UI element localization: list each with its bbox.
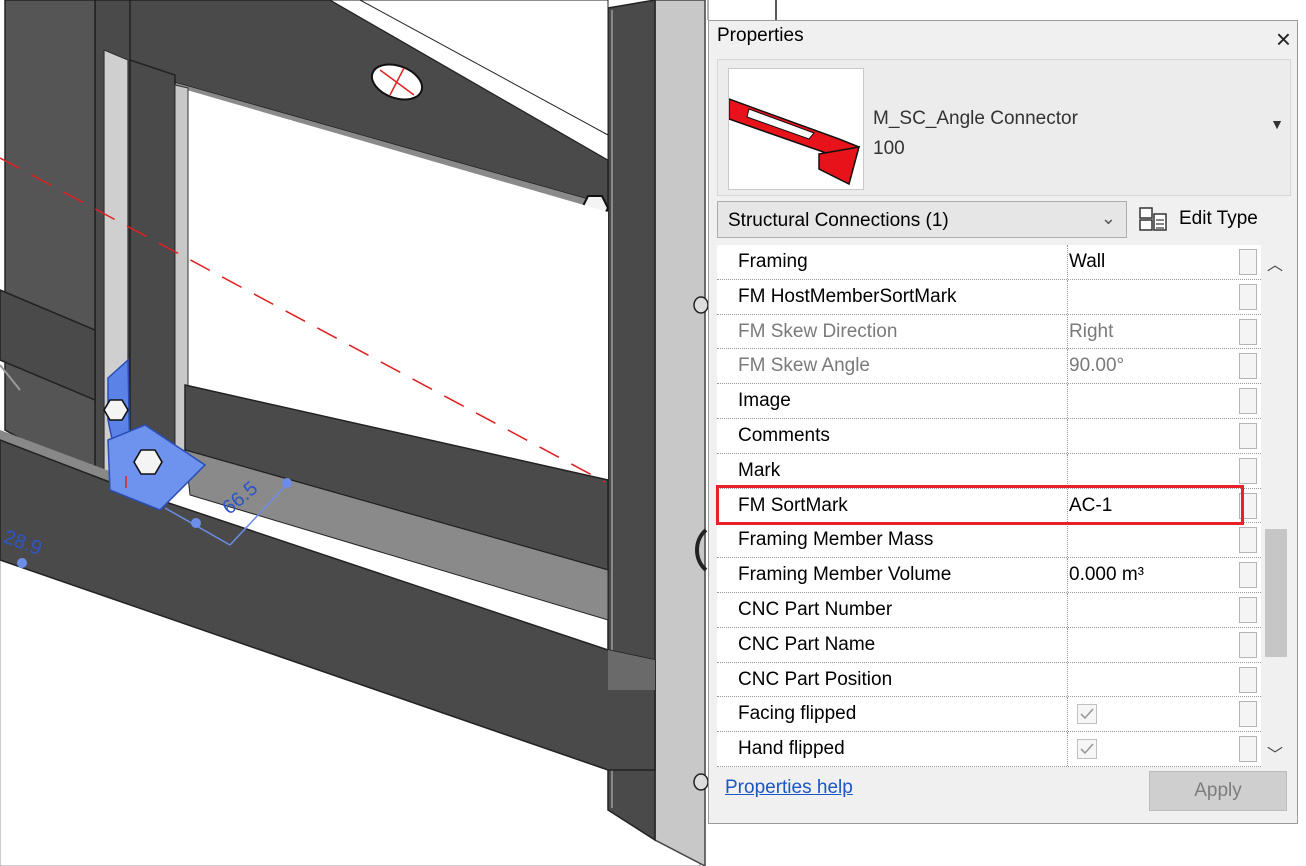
parameter-name: CNC Part Number <box>738 599 893 620</box>
parameter-associate-button[interactable] <box>1239 457 1257 484</box>
type-selector[interactable]: M_SC_Angle Connector 100 ▼ <box>717 59 1291 196</box>
parameter-value[interactable]: 0.000 m³ <box>1069 564 1144 586</box>
parameter-associate-button[interactable] <box>1239 597 1257 623</box>
type-preview-thumbnail <box>728 68 864 190</box>
parameter-associate-button[interactable] <box>1239 562 1257 589</box>
parameter-value[interactable]: Wall <box>1069 251 1105 273</box>
parameter-row[interactable]: Hand flipped <box>717 732 1261 767</box>
parameter-row[interactable]: FM Skew Direction Right <box>717 314 1261 350</box>
parameter-row[interactable]: Image <box>717 384 1261 419</box>
parameter-row[interactable]: FM HostMemberSortMark <box>717 279 1261 315</box>
parameter-associate-button[interactable] <box>1239 701 1257 728</box>
category-filter-label: Structural Connections (1) <box>728 210 949 231</box>
parameter-name: Framing <box>738 251 808 272</box>
parameter-checkbox[interactable] <box>1077 704 1097 725</box>
parameter-row[interactable]: Comments <box>717 419 1261 454</box>
parameter-name: FM Skew Angle <box>738 355 870 377</box>
parameter-associate-button[interactable] <box>1239 631 1257 658</box>
parameter-associate-button[interactable] <box>1239 666 1257 693</box>
parameter-name: Image <box>738 390 791 412</box>
parameter-name: FM Skew Direction <box>738 320 898 342</box>
parameter-row[interactable]: CNC Part Position <box>717 662 1261 698</box>
highlight-box-fm-sortmark <box>716 485 1244 525</box>
parameter-row[interactable]: Facing flipped <box>717 697 1261 733</box>
parameter-value[interactable]: 90.00° <box>1069 355 1124 377</box>
parameter-name: FM HostMemberSortMark <box>738 285 957 307</box>
type-family-name: M_SC_Angle Connector <box>873 108 1078 129</box>
parameter-name: CNC Part Name <box>738 633 876 655</box>
parameter-name: CNC Part Position <box>738 668 893 690</box>
type-size-name: 100 <box>873 138 905 159</box>
category-filter-dropdown[interactable]: Structural Connections (1) ⌄ <box>717 201 1127 238</box>
parameter-associate-button[interactable] <box>1239 388 1257 415</box>
frame-post-right-outer <box>654 0 706 866</box>
dropdown-arrow-icon[interactable]: ▼ <box>1270 116 1284 132</box>
parameter-name: Facing flipped <box>738 703 857 725</box>
parameter-associate-button[interactable] <box>1239 423 1257 449</box>
scroll-up-icon[interactable]: ︿ <box>1267 251 1283 275</box>
parameter-row[interactable]: FM Skew Angle 90.00° <box>717 349 1261 385</box>
parameter-associate-button[interactable] <box>1239 318 1257 345</box>
properties-help-link[interactable]: Properties help <box>725 777 853 799</box>
parameter-row[interactable]: Mark <box>717 453 1261 489</box>
parameter-row[interactable]: Framing Wall <box>717 245 1261 280</box>
parameter-associate-button[interactable] <box>1239 353 1257 380</box>
edit-type-label: Edit Type <box>1179 208 1258 229</box>
parameter-row[interactable]: CNC Part Name <box>717 627 1261 663</box>
properties-palette: Properties × M_SC_Angle Connector 100 ▼ … <box>708 20 1298 824</box>
parameter-name: Hand flipped <box>738 738 845 760</box>
parameter-row[interactable]: Framing Member Volume 0.000 m³ <box>717 558 1261 593</box>
parameter-row[interactable]: CNC Part Number <box>717 593 1261 628</box>
scrollbar-thumb[interactable] <box>1265 529 1287 657</box>
parameter-name: Comments <box>738 425 830 446</box>
parameter-checkbox[interactable] <box>1077 739 1097 760</box>
palette-title: Properties <box>717 25 804 46</box>
parameter-associate-button[interactable] <box>1239 527 1257 554</box>
apply-button[interactable]: Apply <box>1149 771 1287 811</box>
vertical-scrollbar[interactable]: ︿ ﹀ <box>1261 245 1291 767</box>
parameter-associate-button[interactable] <box>1239 283 1257 310</box>
parameter-name: Framing Member Mass <box>738 529 934 551</box>
parameter-value[interactable]: Right <box>1069 321 1113 343</box>
parameter-associate-button[interactable] <box>1239 249 1257 275</box>
edit-type-icon <box>1139 207 1167 231</box>
close-icon[interactable]: × <box>1276 21 1291 57</box>
parameter-name: Framing Member Volume <box>738 564 952 586</box>
chevron-down-icon: ⌄ <box>1100 208 1116 228</box>
frame-stud-middle <box>129 58 176 472</box>
parameter-name: Mark <box>738 459 781 481</box>
scroll-down-icon[interactable]: ﹀ <box>1267 741 1283 765</box>
parameter-row[interactable]: Framing Member Mass <box>717 523 1261 559</box>
parameter-associate-button[interactable] <box>1239 736 1257 763</box>
